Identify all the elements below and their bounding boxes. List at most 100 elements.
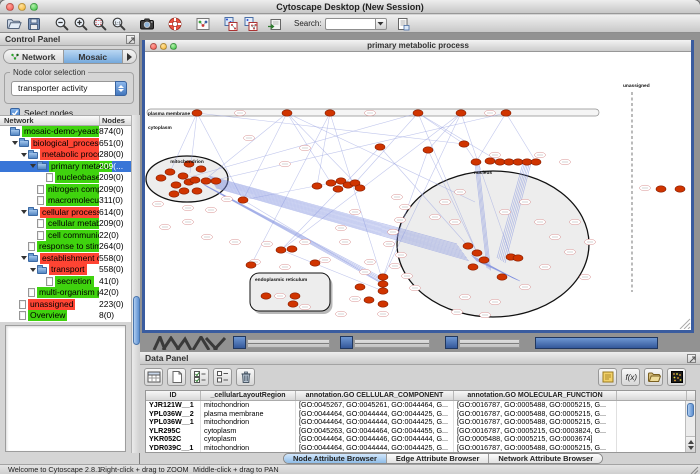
graph-node[interactable] — [169, 191, 179, 197]
graph-node[interactable] — [310, 260, 320, 266]
graph-node[interactable] — [468, 264, 478, 270]
tab-overflow-button[interactable] — [123, 50, 136, 63]
graph-node[interactable] — [282, 110, 292, 116]
graph-node[interactable] — [378, 274, 388, 280]
tab-mosaic[interactable]: Mosaic — [64, 50, 124, 63]
import-network-icon[interactable] — [267, 16, 283, 32]
graph-node[interactable] — [513, 159, 523, 165]
graph-node[interactable] — [364, 297, 374, 303]
graph-node[interactable] — [325, 110, 335, 116]
table-row[interactable]: YKR052Ccytoplasm[GO:0044464, GO:0044446,… — [146, 435, 695, 444]
tab-edge-attribute-browser[interactable]: Edge Attribute Browser — [387, 454, 489, 463]
tab-network[interactable]: Network — [4, 50, 64, 63]
zoom-selected-icon[interactable] — [92, 16, 108, 32]
graph-node[interactable] — [178, 173, 188, 179]
minimized-frame-icon[interactable] — [340, 336, 353, 349]
graph-node[interactable] — [675, 186, 685, 192]
graph-node[interactable] — [355, 284, 365, 290]
graph-node[interactable] — [531, 159, 541, 165]
column-header[interactable]: annotation.GO CELLULAR_COMPONENT — [296, 391, 454, 400]
tree-row-cellular-metabo[interactable]: cellular metabo209(0) — [0, 218, 131, 230]
select-attributes-icon[interactable] — [144, 368, 163, 386]
graph-node[interactable] — [192, 110, 202, 116]
graph-node[interactable] — [423, 147, 433, 153]
graph-node[interactable] — [190, 177, 200, 183]
graph-node[interactable] — [201, 178, 211, 184]
tree-row-nucleobase-[interactable]: nucleobase-209(0) — [0, 172, 131, 184]
graph-node[interactable] — [192, 188, 202, 194]
graph-node[interactable] — [246, 262, 256, 268]
scroll-up-icon[interactable] — [688, 440, 694, 444]
graph-node[interactable] — [238, 197, 248, 203]
column-header[interactable] — [617, 391, 687, 400]
graph-node[interactable] — [504, 159, 514, 165]
graph-node[interactable] — [287, 246, 297, 252]
import-attributes-folder-icon[interactable] — [644, 368, 663, 386]
control-panel-scrollbar[interactable] — [131, 115, 140, 453]
graph-node[interactable] — [456, 110, 466, 116]
tree-row-unassigned[interactable]: unassigned223(0) — [0, 299, 131, 311]
label-notes-icon[interactable] — [598, 368, 617, 386]
zoom-fit-icon[interactable]: 1:1 — [111, 16, 127, 32]
graph-node[interactable] — [459, 141, 469, 147]
table-row[interactable]: YPL036W__2plasma membrane[GO:0044464, GO… — [146, 410, 695, 419]
tree-row-biological-process[interactable]: biological_process651(0) — [0, 138, 131, 150]
tree-row-overview[interactable]: Overview8(0) — [0, 310, 131, 322]
table-row[interactable]: YJR121W__1mitochondrion[GO:0045267, GO:0… — [146, 401, 695, 410]
tree-row-primary-metabo[interactable]: primary metabo209(... — [0, 161, 131, 173]
tree-row-secretion[interactable]: secretion41(0) — [0, 276, 131, 288]
expander-icon[interactable] — [20, 153, 28, 157]
toggle-data-panel-icon[interactable] — [243, 16, 259, 32]
graph-node[interactable] — [196, 166, 206, 172]
create-attribute-icon[interactable] — [167, 368, 186, 386]
graph-node[interactable] — [375, 144, 385, 150]
graph-node[interactable] — [378, 288, 388, 294]
document-icon[interactable] — [395, 16, 411, 32]
function-builder-icon[interactable]: f(x) — [621, 368, 640, 386]
minimized-frame-icon[interactable] — [445, 336, 458, 349]
graph-node[interactable] — [290, 293, 300, 299]
graph-node[interactable] — [497, 274, 507, 280]
open-file-icon[interactable] — [6, 16, 22, 32]
graph-node[interactable] — [276, 247, 286, 253]
graph-node[interactable] — [378, 281, 388, 287]
tree-row-cell-communicat[interactable]: cell communicat22(0) — [0, 230, 131, 242]
float-panel-icon[interactable] — [126, 35, 135, 44]
graph-node[interactable] — [171, 182, 181, 188]
graph-node[interactable] — [513, 255, 523, 261]
graph-node[interactable] — [485, 158, 495, 164]
table-scrollbar-arrows[interactable] — [686, 436, 695, 452]
expander-icon[interactable] — [29, 268, 37, 272]
graph-node[interactable] — [261, 293, 271, 299]
graph-node[interactable] — [355, 185, 365, 191]
tab-node-attribute-browser[interactable]: Node Attribute Browser — [284, 454, 387, 463]
scrollbar-thumb[interactable] — [133, 296, 140, 345]
graph-node[interactable] — [471, 159, 481, 165]
network-overview-icon[interactable] — [195, 16, 211, 32]
tree-row-mosaic-demo-yeast[interactable]: mosaic-demo-yeast874(0) — [0, 126, 131, 138]
network-canvas[interactable]: plasma membranecytoplasmmitochondrionnuc… — [145, 52, 691, 329]
table-row[interactable]: YDR039C__1mitochondrion[GO:0044464, GO:0… — [146, 444, 695, 453]
table-scrollbar-thumb[interactable] — [687, 403, 694, 417]
expander-icon[interactable] — [20, 210, 28, 214]
save-session-icon[interactable] — [26, 16, 42, 32]
graph-node[interactable] — [501, 110, 511, 116]
graph-node[interactable] — [165, 169, 175, 175]
graph-node[interactable] — [479, 257, 489, 263]
tree-row-cellular-process[interactable]: cellular process614(0) — [0, 207, 131, 219]
tree-row-nitrogen-compo[interactable]: nitrogen compo209(0) — [0, 184, 131, 196]
tree-row-establishment-of-lo[interactable]: establishment of lo558(0) — [0, 253, 131, 265]
minimized-frame-icon[interactable] — [233, 336, 246, 349]
zoom-out-icon[interactable] — [54, 16, 70, 32]
tree-row-transport[interactable]: transport558(0) — [0, 264, 131, 276]
tree-row-multi-organism-pro[interactable]: multi-organism pro42(0) — [0, 287, 131, 299]
float-data-panel-icon[interactable] — [687, 354, 696, 363]
network-view-titlebar[interactable]: primary metabolic process — [145, 40, 691, 52]
column-header[interactable]: ID — [146, 391, 201, 400]
tab-network-attribute-browser[interactable]: Network Attribute Browser — [489, 454, 602, 463]
graph-node[interactable] — [288, 301, 298, 307]
help-lifering-icon[interactable] — [167, 16, 183, 32]
expander-icon[interactable] — [11, 141, 19, 145]
graph-node[interactable] — [472, 250, 482, 256]
tree-row-metabolic-process[interactable]: metabolic process280(0) — [0, 149, 131, 161]
